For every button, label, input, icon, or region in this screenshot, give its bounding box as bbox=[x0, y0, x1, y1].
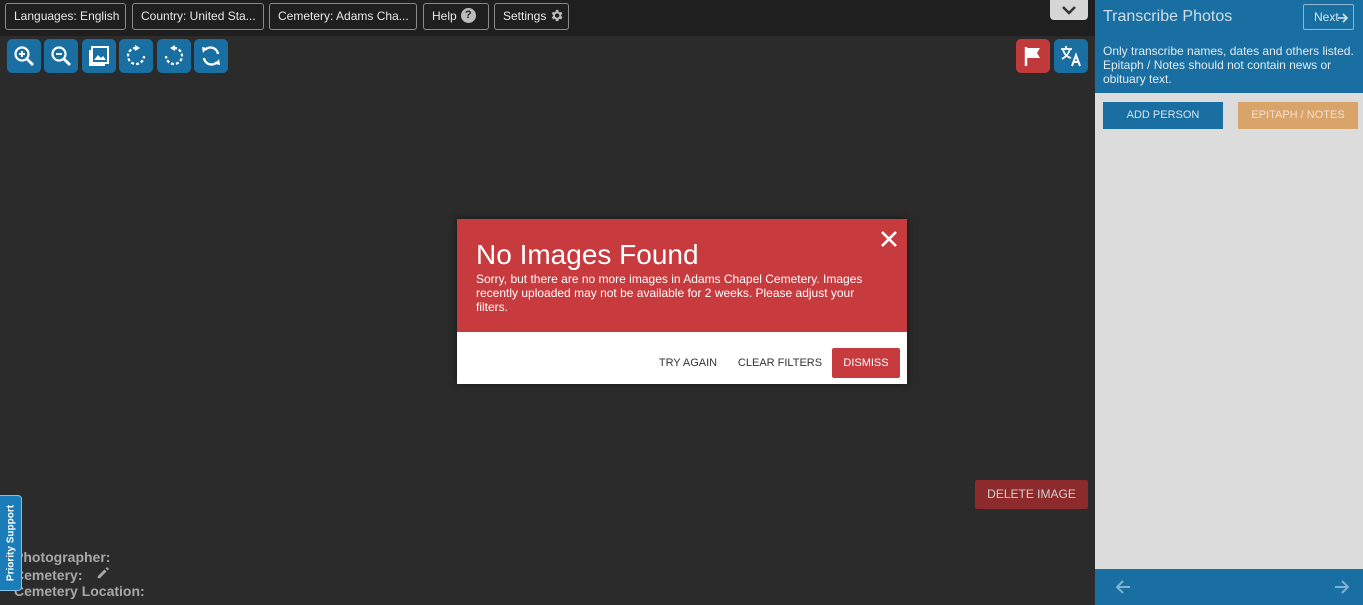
arrow-left-icon bbox=[1115, 580, 1130, 594]
image-viewer: Languages: English Country: United Sta..… bbox=[0, 0, 1095, 605]
photographer-label: Photographer: bbox=[14, 549, 111, 565]
pencil-icon bbox=[97, 567, 109, 579]
help-icon: ? bbox=[460, 8, 476, 24]
arrow-right-icon bbox=[1338, 13, 1349, 23]
dialog-close-button[interactable] bbox=[879, 229, 899, 249]
zoom-in-icon bbox=[14, 46, 34, 66]
settings-button[interactable]: Settings bbox=[494, 3, 569, 30]
refresh-icon bbox=[202, 46, 220, 66]
cemetery-info-label: Cemetery: bbox=[14, 567, 83, 583]
rotate-right-icon bbox=[126, 45, 146, 66]
add-person-button[interactable]: ADD PERSON bbox=[1103, 102, 1223, 129]
zoom-out-icon bbox=[51, 46, 71, 66]
close-icon bbox=[881, 231, 897, 247]
dialog-title: No Images Found bbox=[476, 239, 699, 270]
next-label: Next bbox=[1314, 10, 1339, 24]
gear-icon bbox=[552, 9, 563, 21]
next-photo-button[interactable] bbox=[1334, 579, 1350, 600]
cemetery-filter-label: Cemetery: Adams Cha... bbox=[278, 9, 409, 23]
dialog-header: No Images Found Sorry, but there are no … bbox=[457, 219, 907, 332]
epitaph-notes-button[interactable]: EPITAPH / NOTES bbox=[1238, 102, 1358, 129]
translate-button[interactable] bbox=[1054, 39, 1088, 73]
cemetery-filter-button[interactable]: Cemetery: Adams Cha... bbox=[269, 3, 417, 30]
rotate-left-button[interactable] bbox=[157, 39, 191, 73]
delete-image-button[interactable]: DELETE IMAGE bbox=[975, 480, 1088, 509]
help-label: Help bbox=[432, 9, 457, 23]
priority-support-tab[interactable]: Priority Support bbox=[0, 495, 22, 591]
zoom-in-button[interactable] bbox=[7, 39, 41, 73]
transcribe-instructions: Only transcribe names, dates and others … bbox=[1103, 44, 1354, 86]
transcribe-header: Transcribe Photos Next Only transcribe n… bbox=[1095, 0, 1363, 93]
filter-toolbar: Languages: English Country: United Sta..… bbox=[0, 0, 1095, 36]
settings-label: Settings bbox=[503, 9, 547, 23]
translate-icon bbox=[1061, 46, 1081, 67]
chevron-down-icon bbox=[1062, 6, 1076, 15]
image-icon bbox=[89, 46, 109, 66]
no-images-dialog: No Images Found Sorry, but there are no … bbox=[457, 219, 907, 384]
languages-filter-label: Languages: English bbox=[14, 9, 120, 23]
cemetery-location-label: Cemetery Location: bbox=[14, 583, 145, 599]
flag-icon bbox=[1024, 47, 1040, 66]
collapse-toolbar-button[interactable] bbox=[1050, 0, 1088, 20]
clear-filters-button[interactable]: CLEAR FILTERS bbox=[735, 348, 825, 378]
next-button[interactable]: Next bbox=[1303, 4, 1354, 30]
country-filter-button[interactable]: Country: United Sta... bbox=[132, 3, 264, 30]
transcribe-panel: Transcribe Photos Next Only transcribe n… bbox=[1095, 0, 1363, 605]
reset-rotation-button[interactable] bbox=[194, 39, 228, 73]
fit-image-button[interactable] bbox=[82, 39, 116, 73]
languages-filter-button[interactable]: Languages: English bbox=[5, 3, 126, 30]
arrow-right-icon bbox=[1335, 580, 1350, 594]
flag-image-button[interactable] bbox=[1016, 39, 1050, 73]
transcribe-footer bbox=[1095, 569, 1363, 605]
transcribe-title: Transcribe Photos bbox=[1103, 8, 1233, 25]
rotate-left-icon bbox=[164, 45, 184, 66]
zoom-out-button[interactable] bbox=[44, 39, 78, 73]
help-button[interactable]: Help? bbox=[423, 3, 489, 30]
dismiss-button[interactable]: DISMISS bbox=[832, 348, 900, 378]
country-filter-label: Country: United Sta... bbox=[141, 9, 256, 23]
rotate-right-button[interactable] bbox=[119, 39, 153, 73]
priority-support-label: Priority Support bbox=[5, 504, 16, 582]
dialog-message: Sorry, but there are no more images in A… bbox=[476, 272, 863, 314]
previous-photo-button[interactable] bbox=[1115, 579, 1131, 600]
try-again-button[interactable]: TRY AGAIN bbox=[653, 348, 723, 378]
